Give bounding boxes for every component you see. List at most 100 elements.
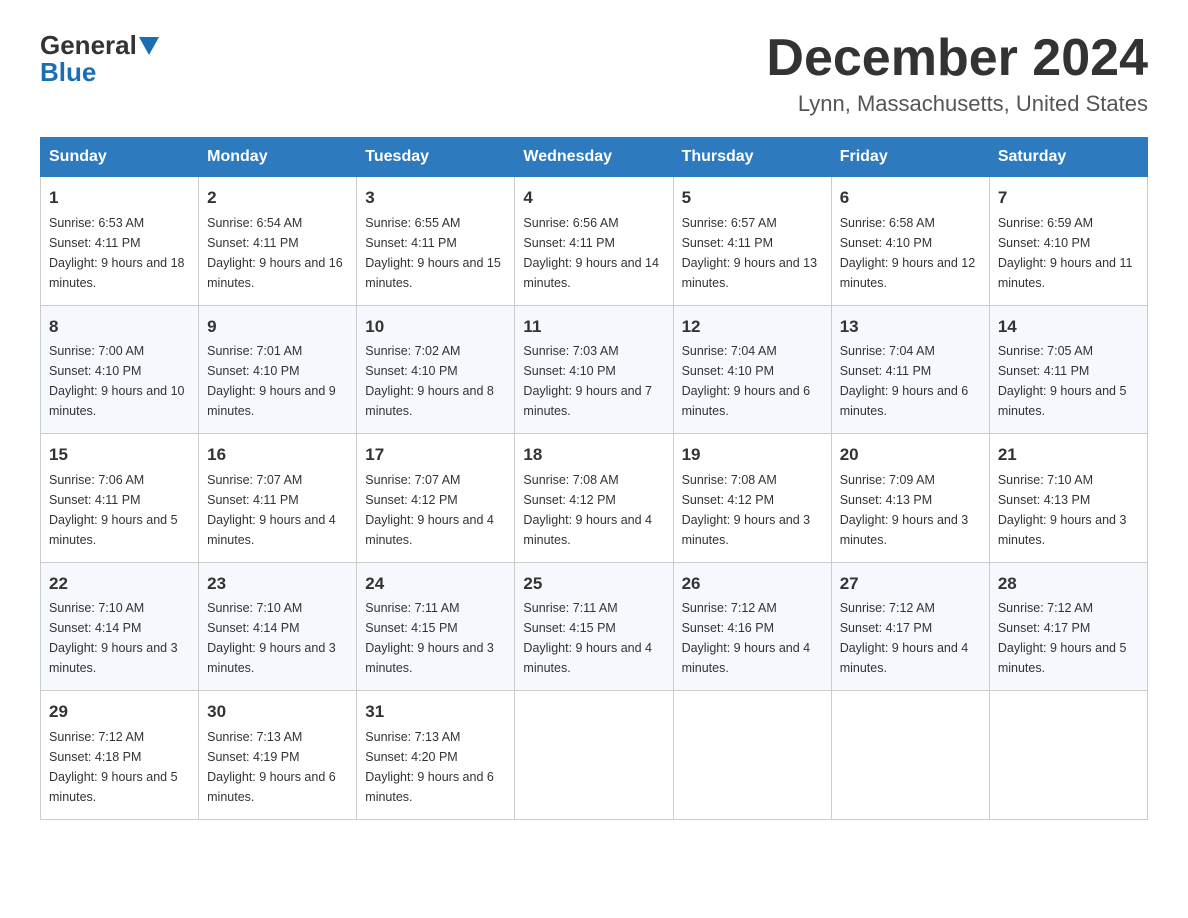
calendar-week-row: 29Sunrise: 7:12 AMSunset: 4:18 PMDayligh… [41, 691, 1148, 820]
day-number: 9 [207, 314, 348, 340]
col-header-wednesday: Wednesday [515, 138, 673, 177]
day-number: 12 [682, 314, 823, 340]
day-info: Sunrise: 7:06 AMSunset: 4:11 PMDaylight:… [49, 470, 190, 550]
calendar-cell: 11Sunrise: 7:03 AMSunset: 4:10 PMDayligh… [515, 305, 673, 434]
day-number: 10 [365, 314, 506, 340]
calendar-cell: 26Sunrise: 7:12 AMSunset: 4:16 PMDayligh… [673, 562, 831, 691]
calendar-cell: 18Sunrise: 7:08 AMSunset: 4:12 PMDayligh… [515, 434, 673, 563]
day-number: 13 [840, 314, 981, 340]
day-number: 2 [207, 185, 348, 211]
logo-arrow-icon [139, 37, 159, 55]
calendar-cell: 23Sunrise: 7:10 AMSunset: 4:14 PMDayligh… [199, 562, 357, 691]
calendar-cell: 25Sunrise: 7:11 AMSunset: 4:15 PMDayligh… [515, 562, 673, 691]
col-header-saturday: Saturday [989, 138, 1147, 177]
calendar-week-row: 15Sunrise: 7:06 AMSunset: 4:11 PMDayligh… [41, 434, 1148, 563]
col-header-monday: Monday [199, 138, 357, 177]
day-info: Sunrise: 7:13 AMSunset: 4:20 PMDaylight:… [365, 727, 506, 807]
calendar-cell: 8Sunrise: 7:00 AMSunset: 4:10 PMDaylight… [41, 305, 199, 434]
day-info: Sunrise: 6:53 AMSunset: 4:11 PMDaylight:… [49, 213, 190, 293]
day-info: Sunrise: 7:00 AMSunset: 4:10 PMDaylight:… [49, 341, 190, 421]
day-number: 5 [682, 185, 823, 211]
day-number: 6 [840, 185, 981, 211]
location-subtitle: Lynn, Massachusetts, United States [766, 91, 1148, 117]
logo-blue-text: Blue [40, 57, 96, 88]
calendar-header-row: SundayMondayTuesdayWednesdayThursdayFrid… [41, 138, 1148, 177]
calendar-cell: 9Sunrise: 7:01 AMSunset: 4:10 PMDaylight… [199, 305, 357, 434]
calendar-week-row: 22Sunrise: 7:10 AMSunset: 4:14 PMDayligh… [41, 562, 1148, 691]
calendar-cell [515, 691, 673, 820]
calendar-cell: 10Sunrise: 7:02 AMSunset: 4:10 PMDayligh… [357, 305, 515, 434]
day-number: 8 [49, 314, 190, 340]
calendar-cell: 12Sunrise: 7:04 AMSunset: 4:10 PMDayligh… [673, 305, 831, 434]
col-header-sunday: Sunday [41, 138, 199, 177]
col-header-thursday: Thursday [673, 138, 831, 177]
day-info: Sunrise: 7:01 AMSunset: 4:10 PMDaylight:… [207, 341, 348, 421]
day-info: Sunrise: 7:10 AMSunset: 4:14 PMDaylight:… [207, 598, 348, 678]
calendar-cell [989, 691, 1147, 820]
calendar-cell: 1Sunrise: 6:53 AMSunset: 4:11 PMDaylight… [41, 177, 199, 306]
calendar-week-row: 1Sunrise: 6:53 AMSunset: 4:11 PMDaylight… [41, 177, 1148, 306]
day-info: Sunrise: 7:09 AMSunset: 4:13 PMDaylight:… [840, 470, 981, 550]
day-number: 1 [49, 185, 190, 211]
col-header-friday: Friday [831, 138, 989, 177]
day-number: 23 [207, 571, 348, 597]
logo: General Blue [40, 30, 161, 88]
day-info: Sunrise: 7:12 AMSunset: 4:17 PMDaylight:… [840, 598, 981, 678]
calendar-cell: 31Sunrise: 7:13 AMSunset: 4:20 PMDayligh… [357, 691, 515, 820]
day-number: 22 [49, 571, 190, 597]
day-info: Sunrise: 7:11 AMSunset: 4:15 PMDaylight:… [523, 598, 664, 678]
day-info: Sunrise: 7:07 AMSunset: 4:12 PMDaylight:… [365, 470, 506, 550]
day-info: Sunrise: 6:56 AMSunset: 4:11 PMDaylight:… [523, 213, 664, 293]
calendar-cell: 30Sunrise: 7:13 AMSunset: 4:19 PMDayligh… [199, 691, 357, 820]
calendar-cell: 22Sunrise: 7:10 AMSunset: 4:14 PMDayligh… [41, 562, 199, 691]
day-number: 21 [998, 442, 1139, 468]
day-info: Sunrise: 7:10 AMSunset: 4:14 PMDaylight:… [49, 598, 190, 678]
day-info: Sunrise: 7:04 AMSunset: 4:10 PMDaylight:… [682, 341, 823, 421]
day-number: 15 [49, 442, 190, 468]
calendar-cell: 14Sunrise: 7:05 AMSunset: 4:11 PMDayligh… [989, 305, 1147, 434]
day-info: Sunrise: 7:04 AMSunset: 4:11 PMDaylight:… [840, 341, 981, 421]
day-info: Sunrise: 6:59 AMSunset: 4:10 PMDaylight:… [998, 213, 1139, 293]
day-number: 28 [998, 571, 1139, 597]
day-number: 14 [998, 314, 1139, 340]
calendar-cell: 4Sunrise: 6:56 AMSunset: 4:11 PMDaylight… [515, 177, 673, 306]
calendar-cell [831, 691, 989, 820]
day-number: 31 [365, 699, 506, 725]
day-info: Sunrise: 7:12 AMSunset: 4:17 PMDaylight:… [998, 598, 1139, 678]
title-area: December 2024 Lynn, Massachusetts, Unite… [766, 30, 1148, 117]
calendar-cell: 5Sunrise: 6:57 AMSunset: 4:11 PMDaylight… [673, 177, 831, 306]
day-info: Sunrise: 7:10 AMSunset: 4:13 PMDaylight:… [998, 470, 1139, 550]
day-number: 20 [840, 442, 981, 468]
day-info: Sunrise: 7:12 AMSunset: 4:16 PMDaylight:… [682, 598, 823, 678]
day-number: 30 [207, 699, 348, 725]
calendar-cell: 29Sunrise: 7:12 AMSunset: 4:18 PMDayligh… [41, 691, 199, 820]
day-number: 18 [523, 442, 664, 468]
page-header: General Blue December 2024 Lynn, Massach… [40, 30, 1148, 117]
calendar-week-row: 8Sunrise: 7:00 AMSunset: 4:10 PMDaylight… [41, 305, 1148, 434]
day-number: 26 [682, 571, 823, 597]
day-info: Sunrise: 7:02 AMSunset: 4:10 PMDaylight:… [365, 341, 506, 421]
calendar-cell: 20Sunrise: 7:09 AMSunset: 4:13 PMDayligh… [831, 434, 989, 563]
day-number: 11 [523, 314, 664, 340]
calendar-cell: 19Sunrise: 7:08 AMSunset: 4:12 PMDayligh… [673, 434, 831, 563]
day-info: Sunrise: 7:13 AMSunset: 4:19 PMDaylight:… [207, 727, 348, 807]
day-number: 29 [49, 699, 190, 725]
calendar-cell: 17Sunrise: 7:07 AMSunset: 4:12 PMDayligh… [357, 434, 515, 563]
day-number: 3 [365, 185, 506, 211]
day-info: Sunrise: 7:05 AMSunset: 4:11 PMDaylight:… [998, 341, 1139, 421]
day-info: Sunrise: 7:08 AMSunset: 4:12 PMDaylight:… [682, 470, 823, 550]
calendar-cell: 28Sunrise: 7:12 AMSunset: 4:17 PMDayligh… [989, 562, 1147, 691]
day-info: Sunrise: 6:58 AMSunset: 4:10 PMDaylight:… [840, 213, 981, 293]
calendar-cell: 27Sunrise: 7:12 AMSunset: 4:17 PMDayligh… [831, 562, 989, 691]
calendar-cell: 6Sunrise: 6:58 AMSunset: 4:10 PMDaylight… [831, 177, 989, 306]
day-number: 25 [523, 571, 664, 597]
calendar-cell [673, 691, 831, 820]
col-header-tuesday: Tuesday [357, 138, 515, 177]
calendar-cell: 21Sunrise: 7:10 AMSunset: 4:13 PMDayligh… [989, 434, 1147, 563]
day-info: Sunrise: 6:54 AMSunset: 4:11 PMDaylight:… [207, 213, 348, 293]
day-number: 27 [840, 571, 981, 597]
day-number: 16 [207, 442, 348, 468]
day-info: Sunrise: 7:08 AMSunset: 4:12 PMDaylight:… [523, 470, 664, 550]
day-info: Sunrise: 6:57 AMSunset: 4:11 PMDaylight:… [682, 213, 823, 293]
day-number: 24 [365, 571, 506, 597]
